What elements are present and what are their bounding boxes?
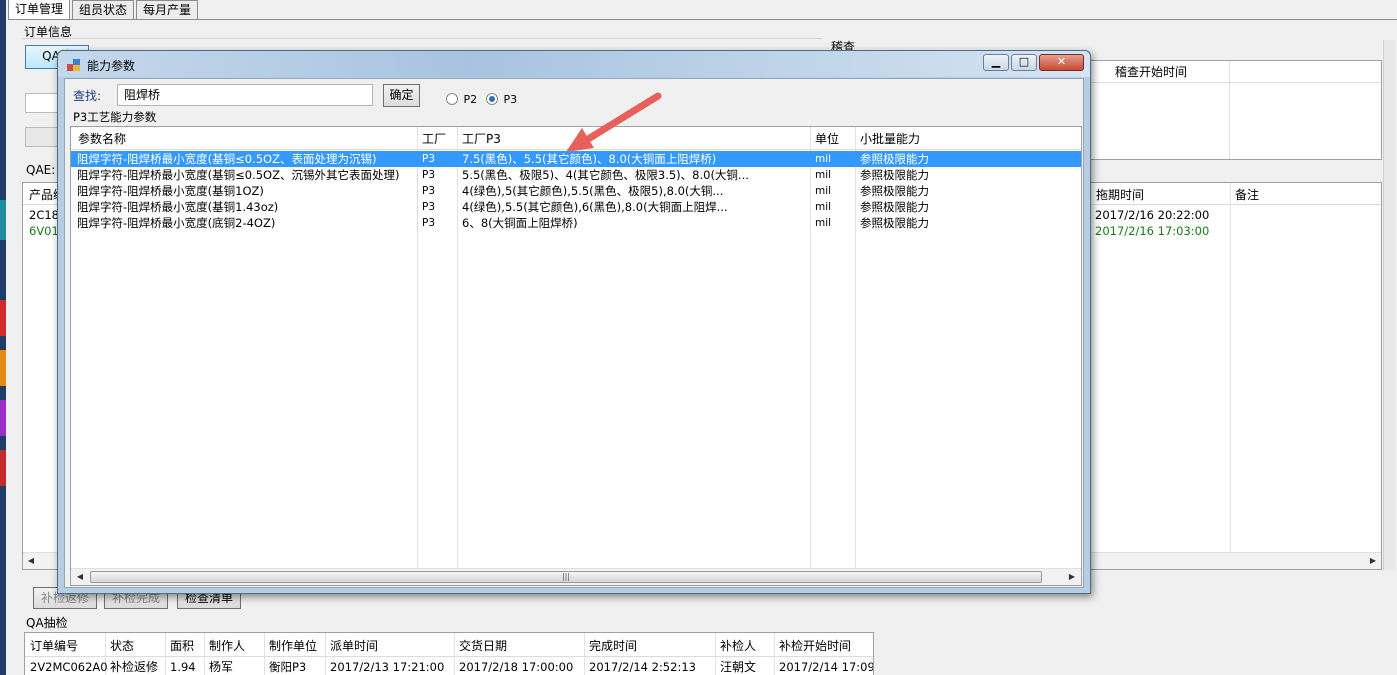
- area-cell: 1.94: [170, 660, 196, 674]
- param-name-cell: 阻焊字符-阻焊桥最小宽度(基铜≤0.5OZ、表面处理为沉锡): [77, 152, 377, 166]
- dialog-title: 能力参数: [87, 59, 136, 73]
- qa-sampling-table: 订单编号 状态 面积 制作人 制作单位 派单时间 交货日期 完成时间 补检人 补…: [24, 632, 874, 675]
- unit-cell: mil: [815, 169, 832, 181]
- small-batch-cell: 参照极限能力: [860, 200, 929, 214]
- param-name-cell: 阻焊字符-阻焊桥最小宽度(底铜2-4OZ): [77, 216, 276, 230]
- audit-table-header: 稽查开始时间: [1091, 61, 1381, 83]
- col-factory-p3[interactable]: 工厂P3: [462, 131, 501, 147]
- minimize-icon[interactable]: ▁: [983, 54, 1009, 71]
- product-code-cell: 2C18: [29, 208, 59, 222]
- small-batch-cell: 参照极限能力: [860, 184, 929, 198]
- maximize-icon[interactable]: □: [1011, 54, 1037, 71]
- table-row[interactable]: 阻焊字符-阻焊桥最小宽度(基铜1OZ) P3 4(绿色),5(其它颜色),5.5(黑…: [71, 183, 1081, 199]
- qa-sampling-title: QA抽检: [26, 616, 68, 630]
- col-delivery-date: 交货日期: [459, 639, 508, 653]
- radio-p3-label: P3: [503, 92, 518, 106]
- table-row[interactable]: 2V2MC062A0 补检返修 1.94 杨军 衡阳P3 2017/2/13 1…: [25, 659, 873, 675]
- scroll-thumb[interactable]: |||: [90, 571, 1042, 583]
- small-batch-cell: 参照极限能力: [860, 216, 929, 230]
- factory-cell: P3: [422, 217, 436, 229]
- scroll-right-icon[interactable]: ▶: [1367, 555, 1379, 567]
- qae-label: QAE:: [26, 163, 56, 177]
- col-param-name[interactable]: 参数名称: [78, 131, 126, 147]
- col-order-no: 订单编号: [30, 639, 79, 653]
- table-row[interactable]: 阻焊字符-阻焊桥最小宽度(基铜≤0.5OZ、沉锡外其它表面处理) P3 5.5(黑色…: [71, 167, 1081, 183]
- scroll-left-icon[interactable]: ◀: [25, 555, 37, 567]
- param-name-cell: 阻焊字符-阻焊桥最小宽度(基铜1.43oz): [77, 200, 279, 214]
- factory-cell: P3: [422, 185, 436, 197]
- radio-p3[interactable]: P3: [486, 92, 517, 106]
- product-code-cell: 6V01: [29, 224, 59, 238]
- unit-cell: mil: [815, 185, 832, 197]
- taskbar-strip: [0, 0, 6, 675]
- col-maker: 制作人: [209, 639, 246, 653]
- unit-cell: mil: [815, 217, 832, 229]
- search-label: 查找:: [73, 89, 102, 103]
- param-name-cell: 阻焊字符-阻焊桥最小宽度(基铜1OZ): [77, 184, 264, 198]
- scroll-right-icon[interactable]: ▶: [1066, 571, 1078, 583]
- factory-p3-cell: 5.5(黑色、极限5)、4(其它颜色、极限3.5)、8.0(大铜...: [462, 168, 749, 182]
- col-status: 状态: [110, 639, 135, 653]
- background-vscrollbar[interactable]: [1383, 40, 1395, 570]
- small-batch-cell: 参照极限能力: [860, 168, 929, 182]
- delivery-date-cell: 2017/2/18 17:00:00: [459, 660, 574, 674]
- col-maker-unit: 制作单位: [269, 639, 318, 653]
- audit-table: 稽查开始时间: [1090, 60, 1382, 160]
- param-name-cell: 阻焊字符-阻焊桥最小宽度(基铜≤0.5OZ、沉锡外其它表面处理): [77, 168, 400, 182]
- unit-cell: mil: [815, 201, 832, 213]
- tab-order-management[interactable]: 订单管理: [8, 0, 71, 19]
- radio-p3-circle[interactable]: [486, 93, 498, 105]
- complete-time-cell: 2017/2/14 2:52:13: [589, 660, 696, 674]
- col-factory[interactable]: 工厂: [422, 131, 446, 147]
- factory-cell: P3: [422, 153, 436, 165]
- search-input[interactable]: 阻焊桥: [117, 84, 373, 106]
- section-label: P3工艺能力参数: [73, 110, 157, 124]
- tab-monthly-output[interactable]: 每月产量: [136, 0, 199, 19]
- audit-start-time-header: 稽查开始时间: [1115, 65, 1188, 79]
- capability-table: 参数名称 工厂 工厂P3 单位 小批量能力 阻焊字符-阻焊桥最小宽度(基铜≤0.…: [70, 126, 1082, 586]
- group-divider: [22, 38, 822, 39]
- col-recheck-start: 补检开始时间: [779, 639, 852, 653]
- factory-p3-cell: 6、8(大铜面上阻焊桥): [462, 216, 578, 230]
- maker-unit-cell: 衡阳P3: [269, 660, 307, 674]
- pull-time-cell: 2017/2/16 17:03:00: [1095, 224, 1210, 238]
- status-cell: 补检返修: [110, 660, 159, 674]
- pull-time-header: 拖期时间: [1096, 188, 1145, 202]
- app-icon: [67, 59, 80, 71]
- factory-cell: P3: [422, 169, 436, 181]
- remark-header: 备注: [1235, 188, 1260, 202]
- recheck-start-cell: 2017/2/14 17:09: [779, 660, 874, 674]
- unit-cell: mil: [815, 153, 832, 165]
- factory-p3-cell: 4(绿色),5(其它颜色),5.5(黑色、极限5),8.0(大铜...: [462, 184, 724, 198]
- small-batch-cell: 参照极限能力: [860, 152, 929, 166]
- radio-p2-circle[interactable]: [446, 93, 458, 105]
- col-area: 面积: [170, 639, 195, 653]
- table-row[interactable]: 阻焊字符-阻焊桥最小宽度(基铜1.43oz) P3 4(绿色),5.5(其它颜色),…: [71, 199, 1081, 215]
- tab-member-status[interactable]: 组员状态: [72, 0, 135, 19]
- scroll-left-icon[interactable]: ◀: [74, 571, 86, 583]
- dialog-titlebar[interactable]: 能力参数 ▁ □ ✕: [58, 51, 1090, 77]
- main-tabstrip: 订单管理 组员状态 每月产量: [8, 0, 200, 20]
- rechecker-cell: 汪朝文: [720, 660, 757, 674]
- arrow-annotation-icon: [566, 92, 662, 152]
- col-dispatch-time: 派单时间: [330, 639, 379, 653]
- factory-cell: P3: [422, 201, 436, 213]
- col-unit[interactable]: 单位: [815, 131, 839, 147]
- radio-p2[interactable]: P2: [446, 92, 477, 106]
- factory-p3-cell: 4(绿色),5.5(其它颜色),6(黑色),8.0(大铜面上阻焊...: [462, 200, 728, 214]
- capability-hscrollbar[interactable]: ◀ ||| ▶: [71, 568, 1081, 585]
- pull-time-cell: 2017/2/16 20:22:00: [1095, 208, 1210, 222]
- order-no-cell: 2V2MC062A0: [30, 660, 108, 674]
- qa-sampling-header: 订单编号 状态 面积 制作人 制作单位 派单时间 交货日期 完成时间 补检人 补…: [25, 633, 873, 657]
- col-small-batch[interactable]: 小批量能力: [860, 131, 920, 147]
- col-complete-time: 完成时间: [589, 639, 638, 653]
- radio-p2-label: P2: [463, 92, 478, 106]
- dispatch-time-cell: 2017/2/13 17:21:00: [330, 660, 445, 674]
- maker-cell: 杨军: [209, 660, 234, 674]
- table-row[interactable]: 阻焊字符-阻焊桥最小宽度(底铜2-4OZ) P3 6、8(大铜面上阻焊桥) mil 参照…: [71, 215, 1081, 231]
- close-icon[interactable]: ✕: [1039, 54, 1084, 71]
- confirm-button[interactable]: 确定: [383, 84, 420, 107]
- col-rechecker: 补检人: [720, 639, 757, 653]
